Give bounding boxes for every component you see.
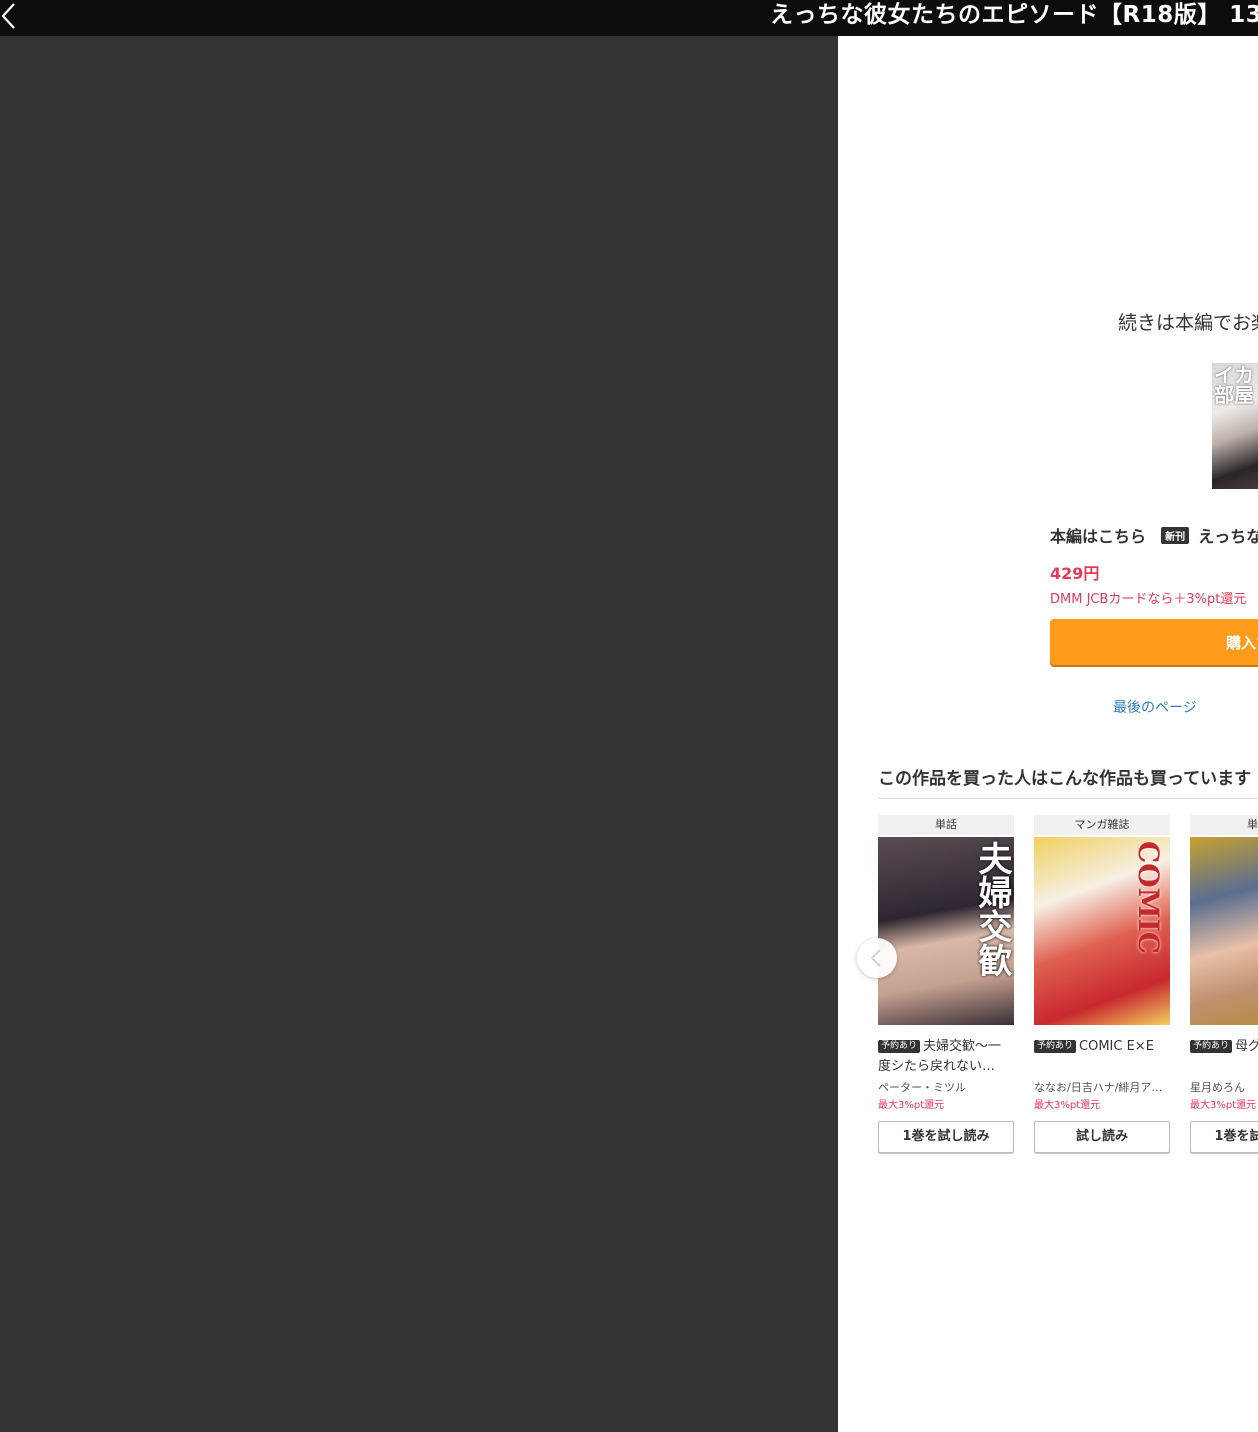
card-title-text: 母グ（単話） <box>1235 1039 1258 1054</box>
top-bar: えっちな彼女たちのエピソード【R18版】 13話 <box>0 0 1258 36</box>
trial-read-button[interactable]: 1巻を試し読み <box>878 1121 1014 1153</box>
trial-read-button[interactable]: 1巻を試し読み <box>1190 1121 1258 1153</box>
recommend-card[interactable]: 単話 予約あり母グ（単話） 星月めろん 最大3%pt還元 1巻を試し読み <box>1190 815 1258 1153</box>
last-page-panel: 続きは本編でお楽しみください イカ部屋 本編はこちら 新刊 えっちな彼女たちのエ… <box>838 36 1258 1432</box>
main-cover-text: イカ部屋 <box>1214 363 1254 407</box>
card-author[interactable]: ななお/日吉ハナ/緋月ア… <box>1034 1079 1170 1097</box>
card-point: 最大3%pt還元 <box>1190 1100 1257 1111</box>
section-divider <box>878 798 1258 799</box>
reserve-badge: 予約あり <box>1190 1040 1233 1053</box>
card-title-text: COMIC E×E <box>1079 1039 1154 1054</box>
card-category: 単話 <box>878 815 1014 835</box>
recommend-card[interactable]: マンガ雑誌 COMIC 予約あり COMIC E×E ななお/日吉ハナ/緋月ア… … <box>1034 815 1170 1153</box>
card-title[interactable]: 予約あり COMIC E×E <box>1034 1037 1170 1077</box>
trial-read-button[interactable]: 試し読み <box>1034 1121 1170 1153</box>
buy-button[interactable]: 購入する <box>1050 619 1258 665</box>
main-cover-image[interactable]: イカ部屋 <box>1212 363 1258 489</box>
chevron-left-icon <box>870 949 881 967</box>
new-badge: 新刊 <box>1161 526 1190 544</box>
viewer-dark-area <box>0 36 838 1432</box>
card-point-note: DMM JCBカードなら＋3%pt還元 <box>1050 592 1247 607</box>
card-cover-text: 夫婦交歓 <box>972 841 1012 977</box>
main-product-title[interactable]: えっちな彼女たちのエピソード <box>1198 527 1258 546</box>
card-point: 最大3%pt還元 <box>878 1100 945 1111</box>
page-title: えっちな彼女たちのエピソード【R18版】 13話 <box>770 2 1258 28</box>
last-page-link[interactable]: 最後のページ <box>1113 697 1197 717</box>
reserve-badge: 予約あり <box>1034 1040 1077 1053</box>
card-title[interactable]: 予約あり母グ（単話） <box>1190 1037 1258 1077</box>
recommend-section-title: この作品を買った人はこんな作品も買っています <box>878 769 1252 789</box>
card-cover-image[interactable]: COMIC <box>1034 837 1170 1025</box>
card-cover-text: COMIC <box>1132 841 1165 955</box>
card-point: 最大3%pt還元 <box>1034 1100 1101 1111</box>
price: 429円 <box>1050 564 1100 583</box>
card-cover-image[interactable] <box>1190 837 1258 1025</box>
main-label: 本編はこちら <box>1050 527 1147 546</box>
reserve-badge: 予約あり <box>878 1040 921 1053</box>
main-product-info: 本編はこちら 新刊 えっちな彼女たちのエピソード <box>1050 523 1258 547</box>
card-title[interactable]: 予約あり 夫婦交歓〜一度シたら戻れない… <box>878 1037 1014 1077</box>
card-category: マンガ雑誌 <box>1034 815 1170 835</box>
back-button[interactable] <box>0 0 22 30</box>
card-author[interactable]: ペーター・ミツル <box>878 1079 1014 1097</box>
buy-button-label: 購入する <box>1226 634 1258 652</box>
continue-message: 続きは本編でお楽しみください <box>1118 312 1258 334</box>
carousel-prev-button[interactable] <box>857 938 897 978</box>
chevron-left-icon <box>1 3 15 29</box>
card-author[interactable]: 星月めろん <box>1190 1079 1258 1097</box>
card-cover-image[interactable]: 夫婦交歓 <box>878 837 1014 1025</box>
card-category: 単話 <box>1190 815 1258 835</box>
recommend-card[interactable]: 単話 夫婦交歓 予約あり 夫婦交歓〜一度シたら戻れない… ペーター・ミツル 最大3… <box>878 815 1014 1153</box>
